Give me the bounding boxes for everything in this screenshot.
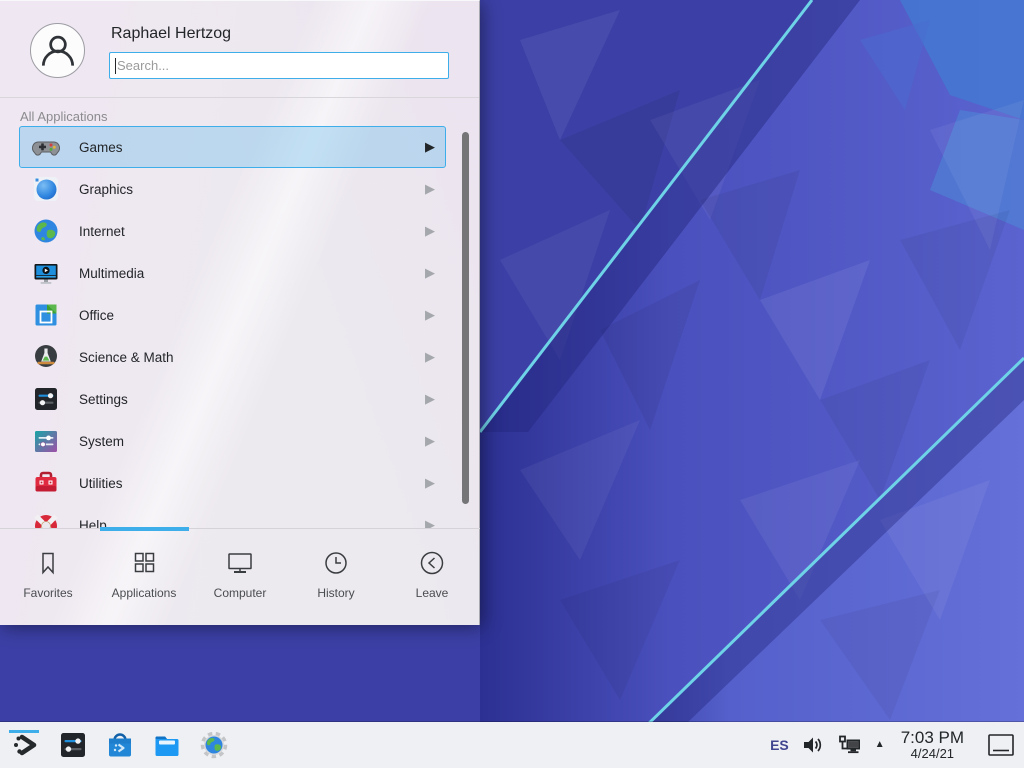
taskbar: ES ▲	[0, 722, 1024, 768]
menu-item-office[interactable]: Office ▶	[19, 294, 446, 336]
menu-item-multimedia[interactable]: Multimedia ▶	[19, 252, 446, 294]
clock-time: 7:03 PM	[901, 729, 964, 748]
network-icon[interactable]	[837, 733, 863, 757]
file-manager-icon	[152, 730, 182, 760]
favorites-icon	[34, 546, 62, 580]
menu-item-label: Graphics	[60, 182, 425, 197]
menu-item-label: Games	[60, 140, 425, 155]
active-task-indicator	[9, 730, 39, 733]
user-icon	[36, 29, 80, 73]
office-icon	[32, 301, 60, 329]
submenu-arrow-icon: ▶	[425, 433, 435, 449]
menu-item-label: System	[60, 434, 425, 449]
clock-date: 4/24/21	[901, 747, 964, 761]
menu-item-label: Office	[60, 308, 425, 323]
submenu-arrow-icon: ▶	[425, 265, 435, 281]
text-caret	[115, 58, 116, 74]
menu-item-system[interactable]: System ▶	[19, 420, 446, 462]
computer-icon	[225, 546, 255, 580]
menu-item-games[interactable]: Games ▶	[19, 126, 446, 168]
submenu-arrow-icon: ▶	[425, 349, 435, 365]
show-desktop-button[interactable]	[986, 730, 1016, 760]
search-placeholder: Search...	[117, 58, 169, 73]
submenu-arrow-icon: ▶	[425, 223, 435, 239]
section-label: All Applications	[0, 98, 479, 126]
launcher-header: Raphael Hertzog Search...	[0, 1, 479, 97]
menu-item-label: Utilities	[60, 476, 425, 491]
search-input[interactable]: Search...	[109, 52, 449, 79]
settings-icon	[32, 385, 60, 413]
user-avatar[interactable]	[30, 23, 85, 78]
discover-icon	[105, 730, 135, 760]
tab-favorites[interactable]: Favorites	[0, 529, 96, 626]
web-browser-icon	[199, 730, 229, 760]
tray-expander-icon[interactable]: ▲	[875, 739, 885, 750]
applications-icon	[130, 546, 158, 580]
submenu-arrow-icon: ▶	[425, 139, 435, 155]
menu-item-settings[interactable]: Settings ▶	[19, 378, 446, 420]
graphics-icon	[32, 175, 60, 203]
show-desktop-icon	[987, 732, 1015, 758]
menu-item-label: Internet	[60, 224, 425, 239]
desktop: Raphael Hertzog Search... All Applicatio…	[0, 0, 1024, 768]
internet-icon	[32, 217, 60, 245]
keyboard-layout-indicator[interactable]: ES	[770, 737, 789, 753]
tab-computer[interactable]: Computer	[192, 529, 288, 626]
scrollbar[interactable]	[462, 132, 469, 504]
menu-item-utilities[interactable]: Utilities ▶	[19, 462, 446, 504]
tab-label: Computer	[214, 580, 267, 600]
submenu-arrow-icon: ▶	[425, 307, 435, 323]
submenu-arrow-icon: ▶	[425, 181, 435, 197]
menu-item-graphics[interactable]: Graphics ▶	[19, 168, 446, 210]
menu-item-label: Settings	[60, 392, 425, 407]
menu-item-help[interactable]: Help ▶	[19, 504, 446, 528]
menu-item-internet[interactable]: Internet ▶	[19, 210, 446, 252]
launcher-tab-bar: Favorites Applications	[0, 529, 480, 626]
leave-icon	[418, 546, 446, 580]
science-icon	[32, 343, 60, 371]
system-settings-button[interactable]	[57, 730, 88, 761]
application-launcher-button[interactable]	[10, 730, 41, 761]
file-manager-button[interactable]	[151, 730, 182, 761]
menu-item-science-math[interactable]: Science & Math ▶	[19, 336, 446, 378]
menu-item-label: Multimedia	[60, 266, 425, 281]
menu-item-label: Science & Math	[60, 350, 425, 365]
tab-label: Applications	[112, 580, 177, 600]
system-settings-icon	[58, 730, 88, 760]
tab-label: Leave	[416, 580, 449, 600]
tab-history[interactable]: History	[288, 529, 384, 626]
web-browser-button[interactable]	[198, 730, 229, 761]
application-launcher-menu: Raphael Hertzog Search... All Applicatio…	[0, 0, 480, 625]
taskbar-launchers	[0, 730, 229, 761]
discover-button[interactable]	[104, 730, 135, 761]
tab-leave[interactable]: Leave	[384, 529, 480, 626]
system-icon	[32, 427, 60, 455]
utilities-icon	[32, 469, 60, 497]
help-icon	[32, 511, 60, 528]
application-launcher-icon	[11, 730, 41, 760]
tab-applications[interactable]: Applications	[96, 529, 192, 626]
submenu-arrow-icon: ▶	[425, 517, 435, 528]
multimedia-icon	[32, 259, 60, 287]
tab-label: History	[317, 580, 354, 600]
application-category-list: Games ▶ Graphics ▶	[0, 126, 480, 528]
history-icon	[322, 546, 350, 580]
submenu-arrow-icon: ▶	[425, 475, 435, 491]
submenu-arrow-icon: ▶	[425, 391, 435, 407]
system-tray: ES ▲	[770, 729, 1024, 762]
tab-label: Favorites	[23, 580, 72, 600]
volume-icon[interactable]	[801, 733, 825, 757]
user-name: Raphael Hertzog	[109, 23, 449, 52]
digital-clock[interactable]: 7:03 PM 4/24/21	[897, 729, 968, 762]
games-icon	[32, 133, 60, 161]
